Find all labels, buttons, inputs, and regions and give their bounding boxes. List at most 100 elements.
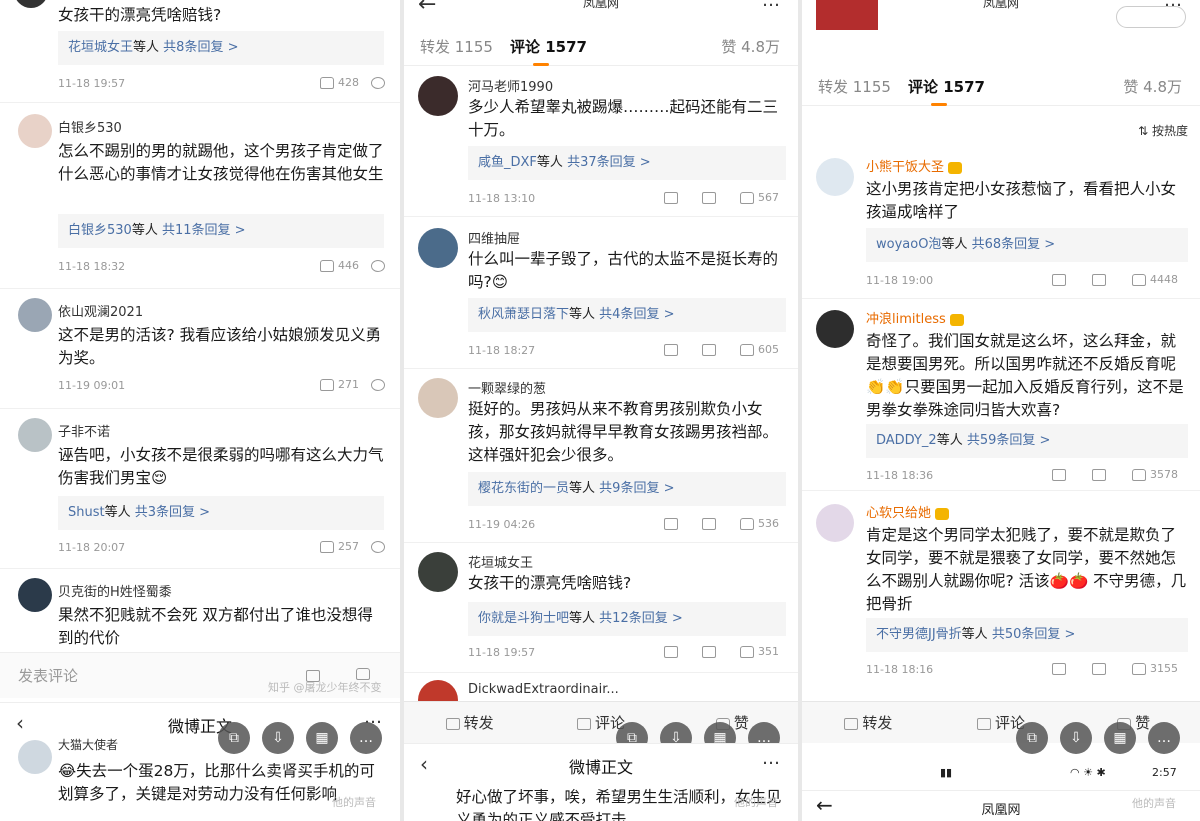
avatar[interactable] bbox=[418, 228, 458, 268]
avatar[interactable] bbox=[816, 504, 854, 542]
username[interactable]: 四维抽屉 bbox=[468, 228, 520, 247]
tab-like[interactable]: 赞 4.8万 bbox=[1123, 76, 1182, 97]
avatar[interactable] bbox=[816, 310, 854, 348]
reply-names[interactable]: DADDY_2 bbox=[876, 433, 937, 448]
reply-summary[interactable]: 樱花东街的一员等人 共9条回复 > bbox=[468, 472, 786, 506]
avatar[interactable] bbox=[418, 552, 458, 592]
reply-summary[interactable]: woyaoO泡等人 共68条回复 > bbox=[866, 228, 1188, 262]
comment-icon[interactable] bbox=[1092, 468, 1106, 481]
username[interactable]: 依山观澜2021 bbox=[58, 301, 143, 320]
share-icon[interactable] bbox=[1052, 273, 1066, 286]
reply-count[interactable]: 共68条回复 > bbox=[972, 237, 1056, 252]
avatar[interactable] bbox=[18, 740, 52, 774]
tab-repost[interactable]: 转发 1155 bbox=[420, 36, 493, 57]
back-arrow-icon[interactable]: ← bbox=[816, 793, 833, 817]
tab-comment[interactable]: 评论 1577 bbox=[908, 76, 985, 106]
like-icon[interactable] bbox=[320, 378, 334, 391]
avatar[interactable] bbox=[18, 418, 52, 452]
comment-icon[interactable] bbox=[702, 645, 716, 658]
reply-names[interactable]: 白银乡530 bbox=[68, 223, 132, 238]
back-arrow-icon[interactable]: ‹ bbox=[420, 752, 428, 776]
repost-button[interactable]: 转发 bbox=[802, 712, 935, 733]
username[interactable]: 贝克街的H姓怪蜀黍 bbox=[58, 581, 172, 600]
reply-summary[interactable]: 秋风萧瑟日落下等人 共4条回复 > bbox=[468, 298, 786, 332]
reply-names[interactable]: 花垣城女王 bbox=[68, 40, 133, 55]
share-icon[interactable] bbox=[664, 191, 678, 204]
username[interactable]: 心软只给她 bbox=[866, 502, 950, 521]
reply-summary[interactable]: 你就是斗狗士吧等人 共12条回复 > bbox=[468, 602, 786, 636]
username[interactable]: 白银乡530 bbox=[58, 117, 122, 136]
username[interactable]: 一颗翠绿的葱 bbox=[468, 378, 546, 397]
sort-toggle[interactable]: ⇅ 按热度 bbox=[1138, 122, 1188, 139]
reply-count[interactable]: 共3条回复 > bbox=[135, 505, 210, 520]
tab-like[interactable]: 赞 4.8万 bbox=[721, 36, 780, 57]
like-icon[interactable] bbox=[320, 540, 334, 553]
like-icon[interactable] bbox=[740, 645, 754, 658]
reply-count[interactable]: 共8条回复 > bbox=[163, 40, 238, 55]
reply-summary[interactable]: 白银乡530等人 共11条回复 > bbox=[58, 214, 384, 248]
reply-summary[interactable]: 花垣城女王等人 共8条回复 > bbox=[58, 31, 384, 65]
comment-input[interactable]: 发表评论 bbox=[18, 665, 78, 686]
reply-count[interactable]: 共50条回复 > bbox=[992, 627, 1076, 642]
like-icon[interactable] bbox=[320, 76, 334, 89]
repost-button[interactable]: 转发 bbox=[404, 712, 535, 733]
more-dots-icon[interactable]: … bbox=[1148, 722, 1180, 754]
share-icon[interactable] bbox=[1052, 468, 1066, 481]
avatar[interactable] bbox=[18, 578, 52, 612]
share-icon[interactable] bbox=[664, 645, 678, 658]
avatar[interactable] bbox=[418, 378, 458, 418]
reply-summary[interactable]: DADDY_2等人 共59条回复 > bbox=[866, 424, 1188, 458]
comment-icon[interactable] bbox=[702, 343, 716, 356]
avatar[interactable] bbox=[14, 0, 48, 8]
reply-names[interactable]: 不守男德JJ骨折 bbox=[876, 627, 962, 642]
reply-names[interactable]: woyaoO泡 bbox=[876, 237, 941, 252]
tab-comment[interactable]: 评论 1577 bbox=[510, 36, 587, 66]
reply-names[interactable]: 你就是斗狗士吧 bbox=[478, 611, 569, 626]
more-icon[interactable]: … bbox=[762, 0, 780, 11]
like-icon[interactable] bbox=[320, 259, 334, 272]
comment-icon[interactable] bbox=[702, 191, 716, 204]
like-icon[interactable] bbox=[740, 517, 754, 530]
username[interactable]: 大猫大使者 bbox=[58, 736, 118, 753]
username[interactable]: DickwadExtraordinair... bbox=[468, 682, 619, 697]
reply-names[interactable]: 樱花东街的一员 bbox=[478, 481, 569, 496]
like-icon[interactable] bbox=[1132, 468, 1146, 481]
reply-summary[interactable]: 不守男德JJ骨折等人 共50条回复 > bbox=[866, 618, 1188, 652]
comment-icon[interactable] bbox=[371, 378, 385, 391]
reply-summary[interactable]: 咸鱼_DXF等人 共37条回复 > bbox=[468, 146, 786, 180]
reply-names[interactable]: 秋风萧瑟日落下 bbox=[478, 307, 569, 322]
comment-icon[interactable] bbox=[371, 540, 385, 553]
tab-repost[interactable]: 转发 1155 bbox=[818, 76, 891, 97]
username[interactable]: 花垣城女王 bbox=[468, 552, 533, 571]
reply-names[interactable]: Shust bbox=[68, 505, 105, 520]
follow-button[interactable] bbox=[1116, 6, 1186, 28]
like-icon[interactable] bbox=[1132, 662, 1146, 675]
back-arrow-icon[interactable]: ← bbox=[418, 0, 436, 17]
comment-icon[interactable] bbox=[702, 517, 716, 530]
grid-icon[interactable]: ▦ bbox=[1104, 722, 1136, 754]
avatar[interactable] bbox=[816, 158, 854, 196]
reply-names[interactable]: 咸鱼_DXF bbox=[478, 155, 537, 170]
share-icon[interactable] bbox=[664, 343, 678, 356]
username[interactable]: 子非不诺 bbox=[58, 421, 110, 440]
username[interactable]: 冲浪limitless bbox=[866, 308, 964, 327]
reply-count[interactable]: 共11条回复 > bbox=[162, 223, 246, 238]
comment-icon[interactable] bbox=[1092, 273, 1106, 286]
reply-count[interactable]: 共59条回复 > bbox=[967, 433, 1051, 448]
share-icon[interactable] bbox=[664, 517, 678, 530]
avatar[interactable] bbox=[18, 114, 52, 148]
username[interactable]: 小熊干饭大圣 bbox=[866, 156, 963, 175]
like-icon[interactable] bbox=[1132, 273, 1146, 286]
comment-icon[interactable] bbox=[1092, 662, 1106, 675]
comment-icon[interactable] bbox=[371, 259, 385, 272]
reply-count[interactable]: 共37条回复 > bbox=[567, 155, 651, 170]
username[interactable]: 河马老师1990 bbox=[468, 76, 553, 95]
reply-count[interactable]: 共4条回复 > bbox=[599, 307, 674, 322]
translate-icon[interactable]: ⧉ bbox=[1016, 722, 1048, 754]
reply-summary[interactable]: Shust等人 共3条回复 > bbox=[58, 496, 384, 530]
like-icon[interactable] bbox=[740, 343, 754, 356]
avatar[interactable] bbox=[18, 298, 52, 332]
more-icon[interactable]: … bbox=[762, 748, 780, 769]
share-icon[interactable] bbox=[1052, 662, 1066, 675]
download-icon[interactable]: ⇩ bbox=[1060, 722, 1092, 754]
